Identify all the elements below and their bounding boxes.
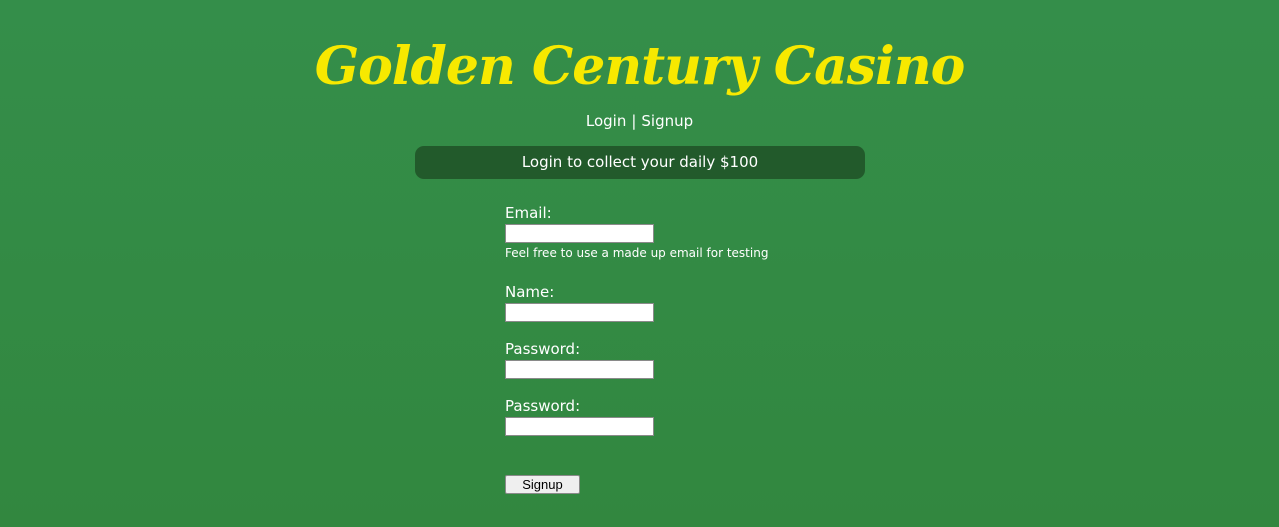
site-title: Golden Century Casino (314, 36, 966, 97)
signup-button[interactable]: Signup (505, 475, 580, 494)
top-nav: Login | Signup (0, 111, 1279, 131)
password-confirm-field-group: Password: (505, 396, 905, 436)
daily-bonus-banner: Login to collect your daily $100 (415, 146, 865, 179)
password-input[interactable] (505, 360, 654, 379)
password-confirm-input[interactable] (505, 417, 654, 436)
email-label: Email: (505, 204, 552, 222)
login-link[interactable]: Login (586, 112, 626, 130)
password-label: Password: (505, 340, 581, 358)
signup-link[interactable]: Signup (641, 112, 693, 130)
email-field-group: Email: Feel free to use a made up email … (505, 203, 905, 261)
password-field-group: Password: (505, 339, 905, 379)
name-input[interactable] (505, 303, 654, 322)
name-field-group: Name: (505, 282, 905, 322)
email-input[interactable] (505, 224, 654, 243)
email-hint: Feel free to use a made up email for tes… (505, 246, 769, 260)
nav-separator: | (631, 112, 637, 130)
password-confirm-label: Password: (505, 397, 581, 415)
signup-form: Email: Feel free to use a made up email … (505, 203, 905, 453)
name-label: Name: (505, 283, 555, 301)
